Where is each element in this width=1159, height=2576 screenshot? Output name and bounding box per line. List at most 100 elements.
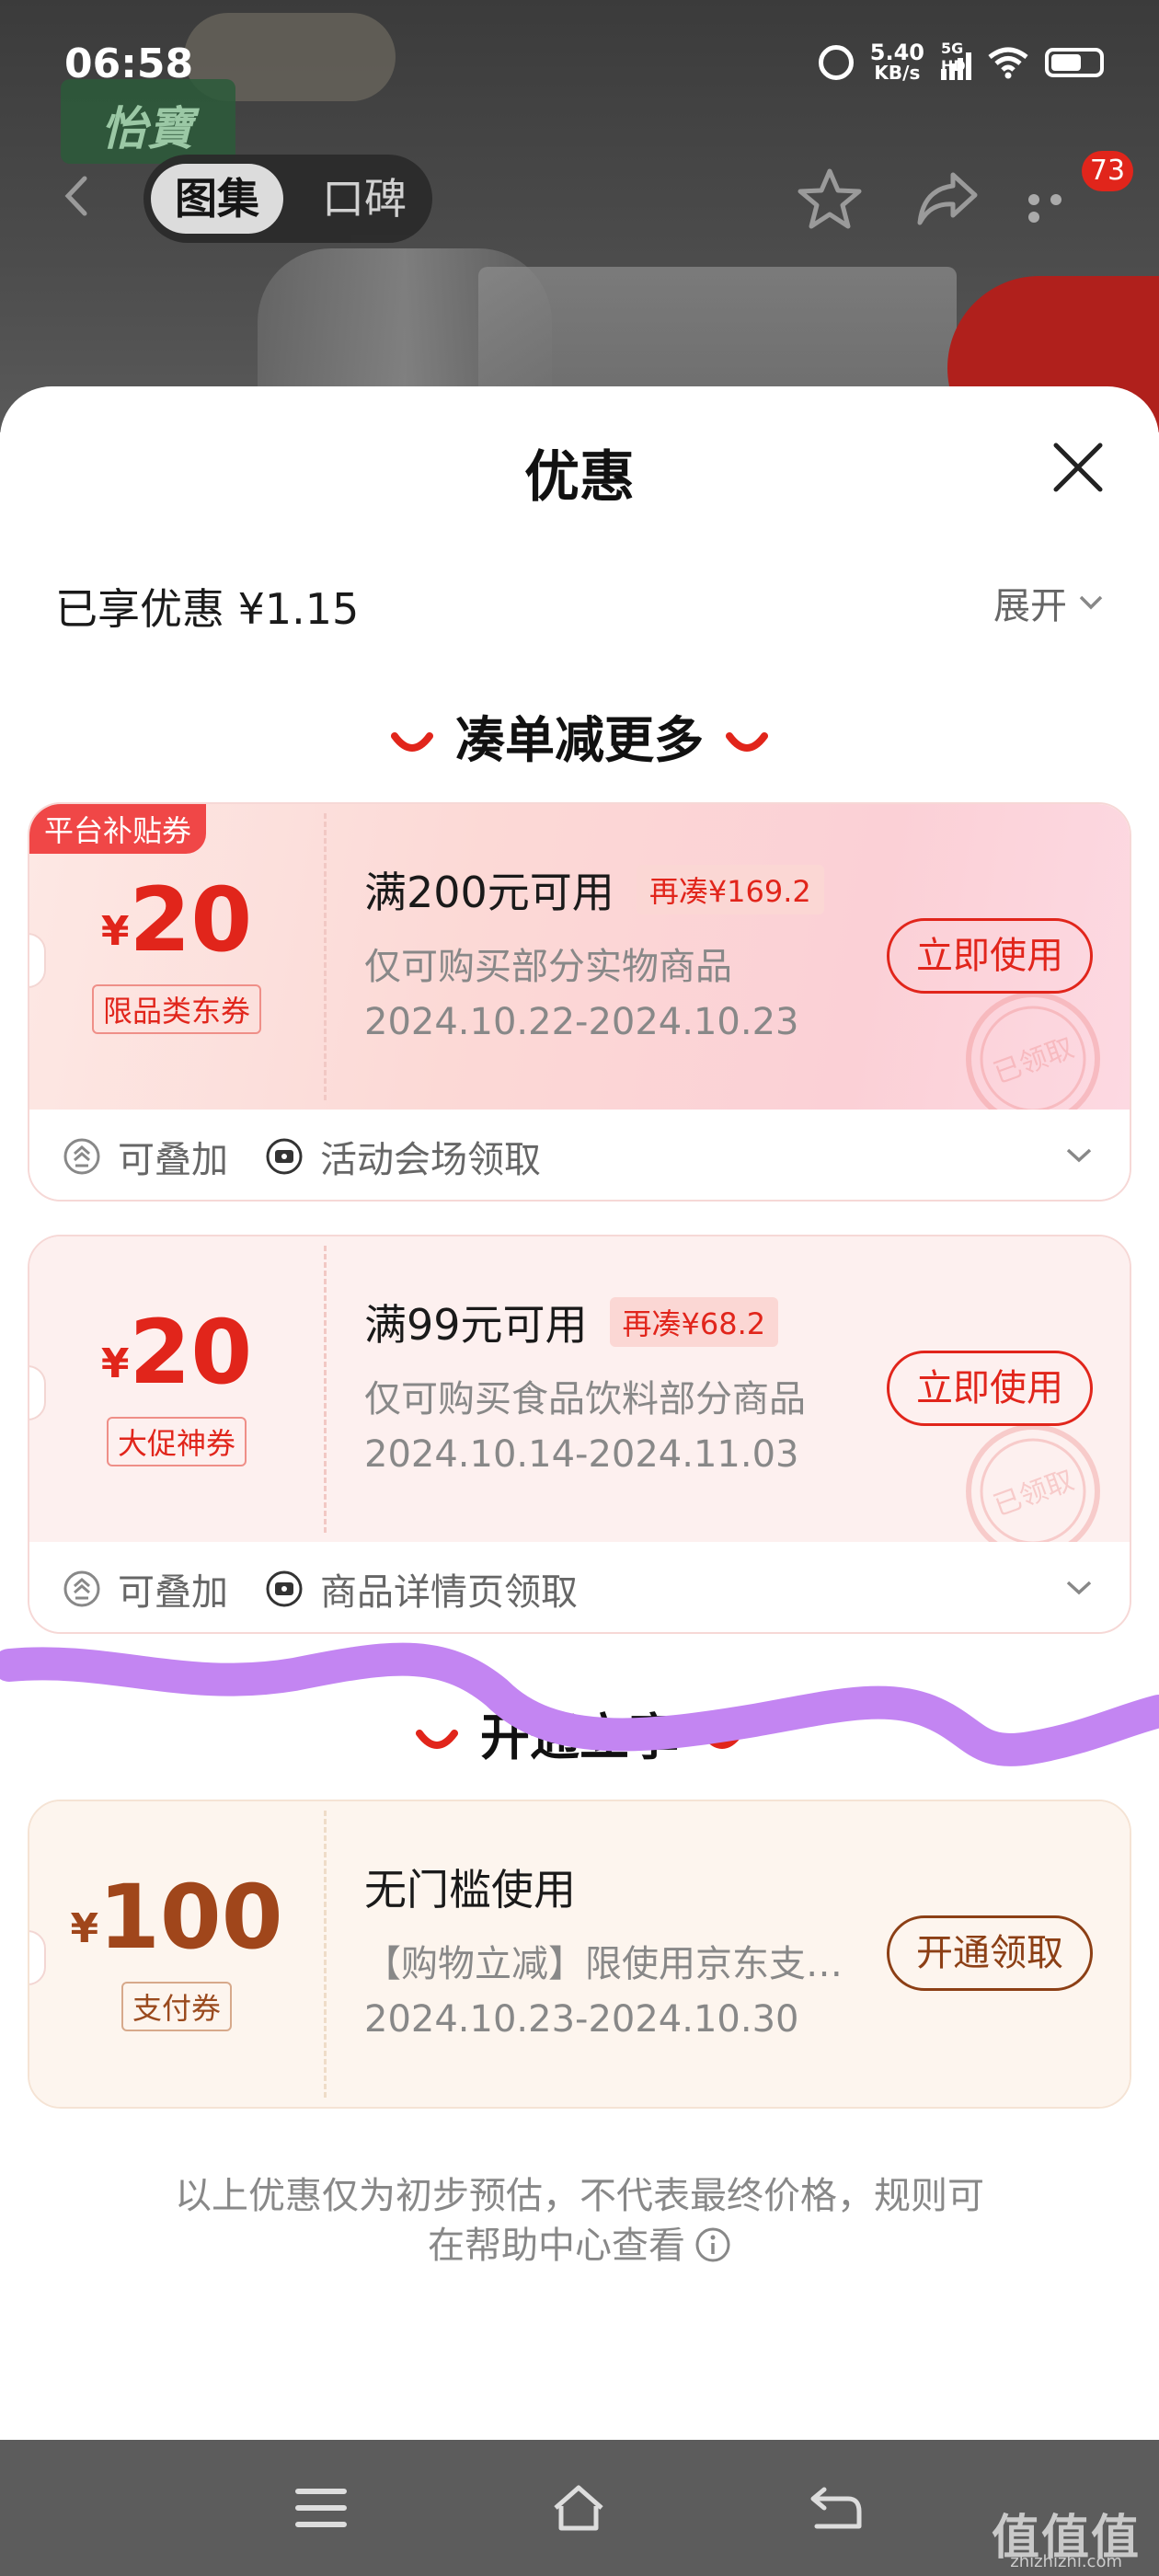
coupon-card: ¥100 支付券 无门槛使用 【购物立减】限使用京东支… 2024.10.23-… bbox=[28, 1800, 1131, 2109]
back-arrow-icon[interactable] bbox=[55, 173, 101, 219]
coupon-amount: ¥100 bbox=[29, 1866, 324, 1969]
currency-symbol: ¥ bbox=[100, 908, 130, 955]
coupon-type-label: 大促神券 bbox=[106, 1417, 247, 1466]
coupon-type-label: 支付券 bbox=[120, 1982, 232, 2031]
enjoyed-discount-total: 已享优惠 ¥1.15 bbox=[55, 584, 360, 634]
ticket-icon bbox=[266, 1570, 303, 1607]
info-icon[interactable] bbox=[694, 2226, 731, 2263]
currency-symbol: ¥ bbox=[70, 1905, 99, 1952]
signal-icon: 5G HD bbox=[941, 40, 971, 80]
coupon-type: 大促神券 bbox=[29, 1417, 324, 1466]
use-now-button[interactable]: 立即使用 bbox=[887, 1351, 1093, 1426]
coupon-condition: 满99元可用 再凑¥68.2 bbox=[364, 1292, 779, 1352]
expand-label: 展开 bbox=[993, 585, 1067, 627]
coupon-extra-tag: 再凑¥68.2 bbox=[609, 1297, 779, 1347]
stamp-text: 已领取 bbox=[990, 1465, 1079, 1524]
sheet-title: 优惠 bbox=[524, 445, 635, 510]
ticket-icon bbox=[266, 1138, 303, 1175]
coupon-dates: 2024.10.23-2024.10.30 bbox=[364, 1998, 799, 2041]
coupon-amount: ¥20 bbox=[29, 868, 324, 972]
tab-reviews[interactable]: 口碑 bbox=[298, 164, 430, 234]
net-speed-unit: KB/s bbox=[874, 62, 921, 84]
discount-sheet: 优惠 已享优惠 ¥1.15 展开 凑单减更多 平台补贴券 ¥20 限品类东券 满… bbox=[0, 386, 1159, 2438]
coupon-corner-tag: 平台补贴券 bbox=[29, 804, 207, 854]
coupon-condition-text: 满99元可用 bbox=[364, 1300, 588, 1350]
coupon-extra-tag: 再凑¥169.2 bbox=[636, 865, 824, 914]
section-heading-open: 开通立享 bbox=[0, 1696, 1159, 1769]
disclaimer-line-2: 在帮助中心查看 bbox=[428, 2225, 685, 2267]
section-heading-more: 凑单减更多 bbox=[0, 699, 1159, 772]
message-count-badge: 73 bbox=[1082, 151, 1133, 191]
battery-icon bbox=[1045, 48, 1104, 77]
status-icons: 5.40 KB/s 5G HD bbox=[818, 40, 1104, 84]
product-nav-bar: 图集 口碑 73 bbox=[0, 147, 1159, 248]
coupon-footer[interactable]: 可叠加 商品详情页领取 bbox=[29, 1542, 1130, 1632]
status-bar: 06:58 5.40 KB/s 5G HD bbox=[64, 37, 1104, 101]
stackable-label: 可叠加 bbox=[118, 1571, 228, 1614]
smile-decoration-icon bbox=[416, 1730, 458, 1750]
coupon-type-label: 限品类东券 bbox=[91, 984, 261, 1034]
source-info: 活动会场领取 bbox=[265, 1130, 541, 1183]
coupon-amount-value: 20 bbox=[129, 868, 253, 972]
stamp-text: 已领取 bbox=[990, 1032, 1079, 1091]
stackable-info: 可叠加 bbox=[63, 1562, 228, 1616]
close-icon[interactable] bbox=[1049, 438, 1107, 497]
coupon-divider bbox=[324, 1246, 327, 1533]
coupon-body: ¥100 支付券 无门槛使用 【购物立减】限使用京东支… 2024.10.23-… bbox=[29, 1801, 1130, 2107]
net-speed-value: 5.40 bbox=[869, 40, 924, 65]
signal-label: 5G HD bbox=[941, 40, 966, 75]
home-icon[interactable] bbox=[550, 2482, 607, 2534]
coupon-condition: 满200元可用 再凑¥169.2 bbox=[364, 859, 824, 920]
coupon-condition: 无门槛使用 bbox=[364, 1857, 576, 1917]
coupon-card: ¥20 大促神券 满99元可用 再凑¥68.2 仅可购买食品饮料部分商品 202… bbox=[28, 1235, 1131, 1634]
coupon-condition-text: 无门槛使用 bbox=[364, 1865, 576, 1915]
smile-decoration-icon bbox=[391, 732, 433, 753]
stackable-label: 可叠加 bbox=[118, 1139, 228, 1181]
coupon-card: 平台补贴券 ¥20 限品类东券 满200元可用 再凑¥169.2 仅可购买部分实… bbox=[28, 802, 1131, 1202]
expand-button[interactable]: 展开 bbox=[993, 576, 1104, 629]
wifi-icon bbox=[988, 47, 1028, 79]
disclaimer-line-1: 以上优惠仅为初步预估，不代表最终价格，规则可 bbox=[175, 2175, 984, 2217]
coupon-condition-text: 满200元可用 bbox=[364, 868, 614, 917]
stack-icon bbox=[63, 1570, 100, 1607]
section-heading-open-text: 开通立享 bbox=[480, 1708, 679, 1766]
status-time: 06:58 bbox=[64, 40, 194, 87]
chevron-down-icon[interactable] bbox=[1065, 1146, 1093, 1165]
smile-decoration-icon bbox=[701, 1730, 743, 1750]
share-icon[interactable] bbox=[914, 169, 981, 228]
system-nav-bar bbox=[0, 2440, 1159, 2576]
more-dots-icon[interactable] bbox=[1028, 191, 1093, 223]
coupon-type: 限品类东券 bbox=[29, 984, 324, 1034]
coupon-body: ¥20 大促神券 满99元可用 再凑¥68.2 仅可购买食品饮料部分商品 202… bbox=[29, 1236, 1130, 1558]
coupon-footer[interactable]: 可叠加 活动会场领取 bbox=[29, 1110, 1130, 1200]
coupon-type: 支付券 bbox=[29, 1982, 324, 2031]
net-speed: 5.40 KB/s bbox=[869, 40, 924, 84]
smile-decoration-icon bbox=[726, 732, 768, 753]
section-heading-more-text: 凑单减更多 bbox=[455, 711, 704, 769]
coupon-amount-value: 20 bbox=[129, 1301, 253, 1404]
coupon-dates: 2024.10.14-2024.11.03 bbox=[364, 1433, 799, 1476]
source-label: 活动会场领取 bbox=[320, 1139, 541, 1181]
source-info: 商品详情页领取 bbox=[265, 1562, 578, 1616]
coupon-scope: 【购物立减】限使用京东支… bbox=[364, 1943, 843, 1985]
chevron-down-icon[interactable] bbox=[1065, 1579, 1093, 1597]
disclaimer: 以上优惠仅为初步预估，不代表最终价格，规则可 在帮助中心查看 bbox=[0, 2171, 1159, 2271]
favorite-star-icon[interactable] bbox=[797, 166, 863, 232]
disclaimer-line-2-wrap: 在帮助中心查看 bbox=[0, 2221, 1159, 2271]
gallery-tab-switcher: 图集 口碑 bbox=[143, 155, 432, 243]
coupon-divider bbox=[324, 813, 327, 1100]
back-icon[interactable] bbox=[808, 2482, 865, 2534]
coupon-dates: 2024.10.22-2024.10.23 bbox=[364, 1001, 799, 1043]
alarm-icon bbox=[818, 45, 854, 80]
chevron-down-icon bbox=[1079, 595, 1103, 610]
site-watermark-url: zhizhizhi.com bbox=[1010, 2552, 1122, 2571]
activate-claim-button[interactable]: 开通领取 bbox=[887, 1915, 1093, 1991]
coupon-amount-value: 100 bbox=[98, 1866, 283, 1969]
use-now-button[interactable]: 立即使用 bbox=[887, 918, 1093, 994]
tab-gallery[interactable]: 图集 bbox=[151, 164, 283, 234]
coupon-scope: 仅可购买食品饮料部分商品 bbox=[364, 1378, 806, 1420]
menu-icon[interactable] bbox=[293, 2482, 350, 2534]
coupon-scope: 仅可购买部分实物商品 bbox=[364, 946, 732, 988]
stack-icon bbox=[63, 1138, 100, 1175]
source-label: 商品详情页领取 bbox=[320, 1571, 578, 1614]
